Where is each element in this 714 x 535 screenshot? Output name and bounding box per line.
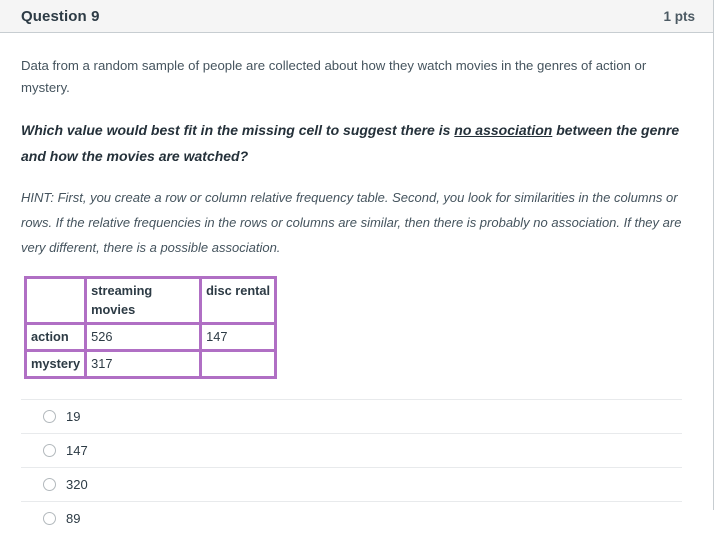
answer-option-2[interactable]: 147 <box>21 433 682 467</box>
table-row-header-mystery: mystery <box>27 352 88 379</box>
answer-options: 19 147 320 89 <box>21 399 695 535</box>
question-points: 1 pts <box>663 8 695 24</box>
answer-option-label: 147 <box>66 442 88 458</box>
table-row: action 526 147 <box>27 325 278 352</box>
radio-button-icon[interactable] <box>43 444 56 457</box>
frequency-table: streaming movies disc rental action 526 … <box>24 276 278 379</box>
table-cell-action-disc: 147 <box>202 325 278 352</box>
question-body: Data from a random sample of people are … <box>0 33 713 535</box>
intro-paragraph: Data from a random sample of people are … <box>21 58 647 95</box>
answer-option-3[interactable]: 320 <box>21 467 682 501</box>
table-column-header-streaming: streaming movies <box>87 279 203 325</box>
question-prompt-part1: Which value would best fit in the missin… <box>21 122 455 138</box>
question-card: Question 9 1 pts Data from a random samp… <box>0 0 714 526</box>
answer-option-4[interactable]: 89 <box>21 501 682 535</box>
answer-option-label: 19 <box>66 408 81 424</box>
answer-option-label: 89 <box>66 510 81 526</box>
hint-paragraph: HINT: First, you create a row or column … <box>21 190 682 255</box>
table-cell-mystery-disc-missing <box>202 352 278 379</box>
table-row-header-action: action <box>27 325 88 352</box>
table-column-header-disc: disc rental <box>202 279 278 325</box>
table-cell-mystery-streaming: 317 <box>87 352 203 379</box>
table-row: mystery 317 <box>27 352 278 379</box>
answer-option-1[interactable]: 19 <box>21 399 682 433</box>
question-prompt-underlined: no association <box>454 122 553 138</box>
table-cell-action-streaming: 526 <box>87 325 203 352</box>
question-header: Question 9 1 pts <box>0 0 713 33</box>
table-header-row: streaming movies disc rental <box>27 279 278 325</box>
radio-button-icon[interactable] <box>43 478 56 491</box>
radio-button-icon[interactable] <box>43 410 56 423</box>
radio-button-icon[interactable] <box>43 512 56 525</box>
question-title: Question 9 <box>21 7 100 25</box>
table-corner-cell <box>27 279 88 325</box>
question-prompt: Which value would best fit in the missin… <box>21 117 681 169</box>
answer-option-label: 320 <box>66 476 88 492</box>
